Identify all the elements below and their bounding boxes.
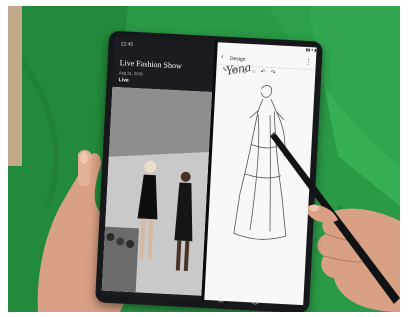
stylus-layer <box>270 132 400 304</box>
photo-scene: 12:45 Live Fashion Show Aug 21, 2020 Liv… <box>8 6 400 312</box>
